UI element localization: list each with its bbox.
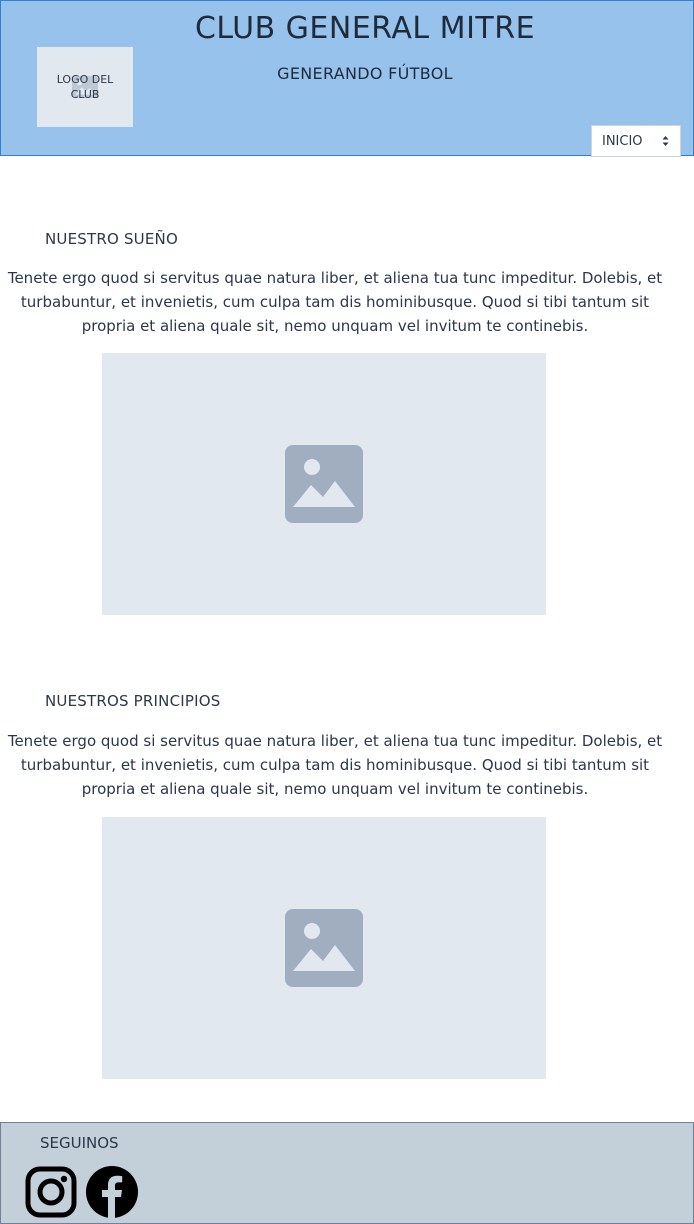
section-heading-dream: NUESTRO SUEÑO [45,230,178,248]
section-text-principles: Tenete ergo quod si servitus quae natura… [7,732,663,798]
section-text-dream: Tenete ergo quod si servitus quae natura… [7,269,663,335]
image-placeholder-icon [285,909,363,987]
section-image-principles [102,817,546,1079]
club-logo[interactable]: LOGO DEL CLUB [37,47,133,127]
section-image-dream [102,353,546,615]
facebook-icon[interactable] [86,1166,138,1218]
site-title: CLUB GENERAL MITRE [194,11,536,46]
footer-title: SEGUINOS [40,1134,119,1152]
navigation-select[interactable]: INICIO [591,125,681,157]
site-header: LOGO DEL CLUB CLUB GENERAL MITRE GENERAN… [0,0,694,157]
image-placeholder-icon [285,445,363,523]
select-arrows-icon [662,136,669,146]
instagram-icon[interactable] [25,1166,77,1218]
site-subtitle: GENERANDO FÚTBOL [277,64,453,83]
navigation-select-value: INICIO [602,133,643,149]
site-footer: SEGUINOS [0,1122,694,1224]
section-heading-principles: NUESTROS PRINCIPIOS [45,692,221,710]
